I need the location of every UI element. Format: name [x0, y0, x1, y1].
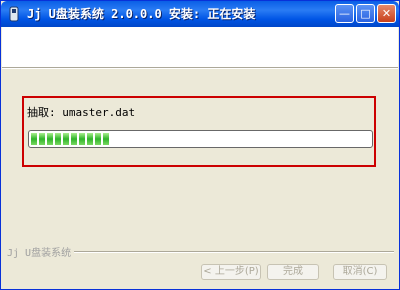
progress-segment	[63, 133, 69, 145]
footer-divider	[74, 251, 394, 253]
installer-window: Jj U盘装系统 2.0.0.0 安装: 正在安装 — □ ✕ 抽取: umas…	[0, 0, 400, 290]
progress-segment	[87, 133, 93, 145]
minimize-button[interactable]: —	[335, 4, 354, 23]
title-bar[interactable]: Jj U盘装系统 2.0.0.0 安装: 正在安装 — □ ✕	[1, 1, 399, 27]
header-separator	[2, 68, 398, 69]
app-icon	[9, 6, 19, 22]
progress-bar	[28, 130, 373, 148]
progress-segment	[47, 133, 53, 145]
progress-segment	[71, 133, 77, 145]
maximize-button[interactable]: □	[356, 4, 375, 23]
progress-fill	[31, 133, 370, 145]
close-button[interactable]: ✕	[377, 4, 396, 23]
window-title: Jj U盘装系统 2.0.0.0 安装: 正在安装	[27, 7, 256, 21]
extract-status-label: 抽取: umaster.dat	[27, 106, 136, 119]
back-button[interactable]: < 上一步(P)	[201, 264, 261, 280]
progress-segment	[103, 133, 109, 145]
progress-segment	[55, 133, 61, 145]
progress-segment	[79, 133, 85, 145]
finish-button[interactable]: 完成	[267, 264, 319, 280]
progress-segment	[31, 133, 37, 145]
footer-brand: Jj U盘装系统	[7, 248, 72, 259]
cancel-button[interactable]: 取消(C)	[333, 264, 387, 280]
header-panel	[2, 27, 398, 68]
progress-segment	[39, 133, 45, 145]
progress-segment	[95, 133, 101, 145]
